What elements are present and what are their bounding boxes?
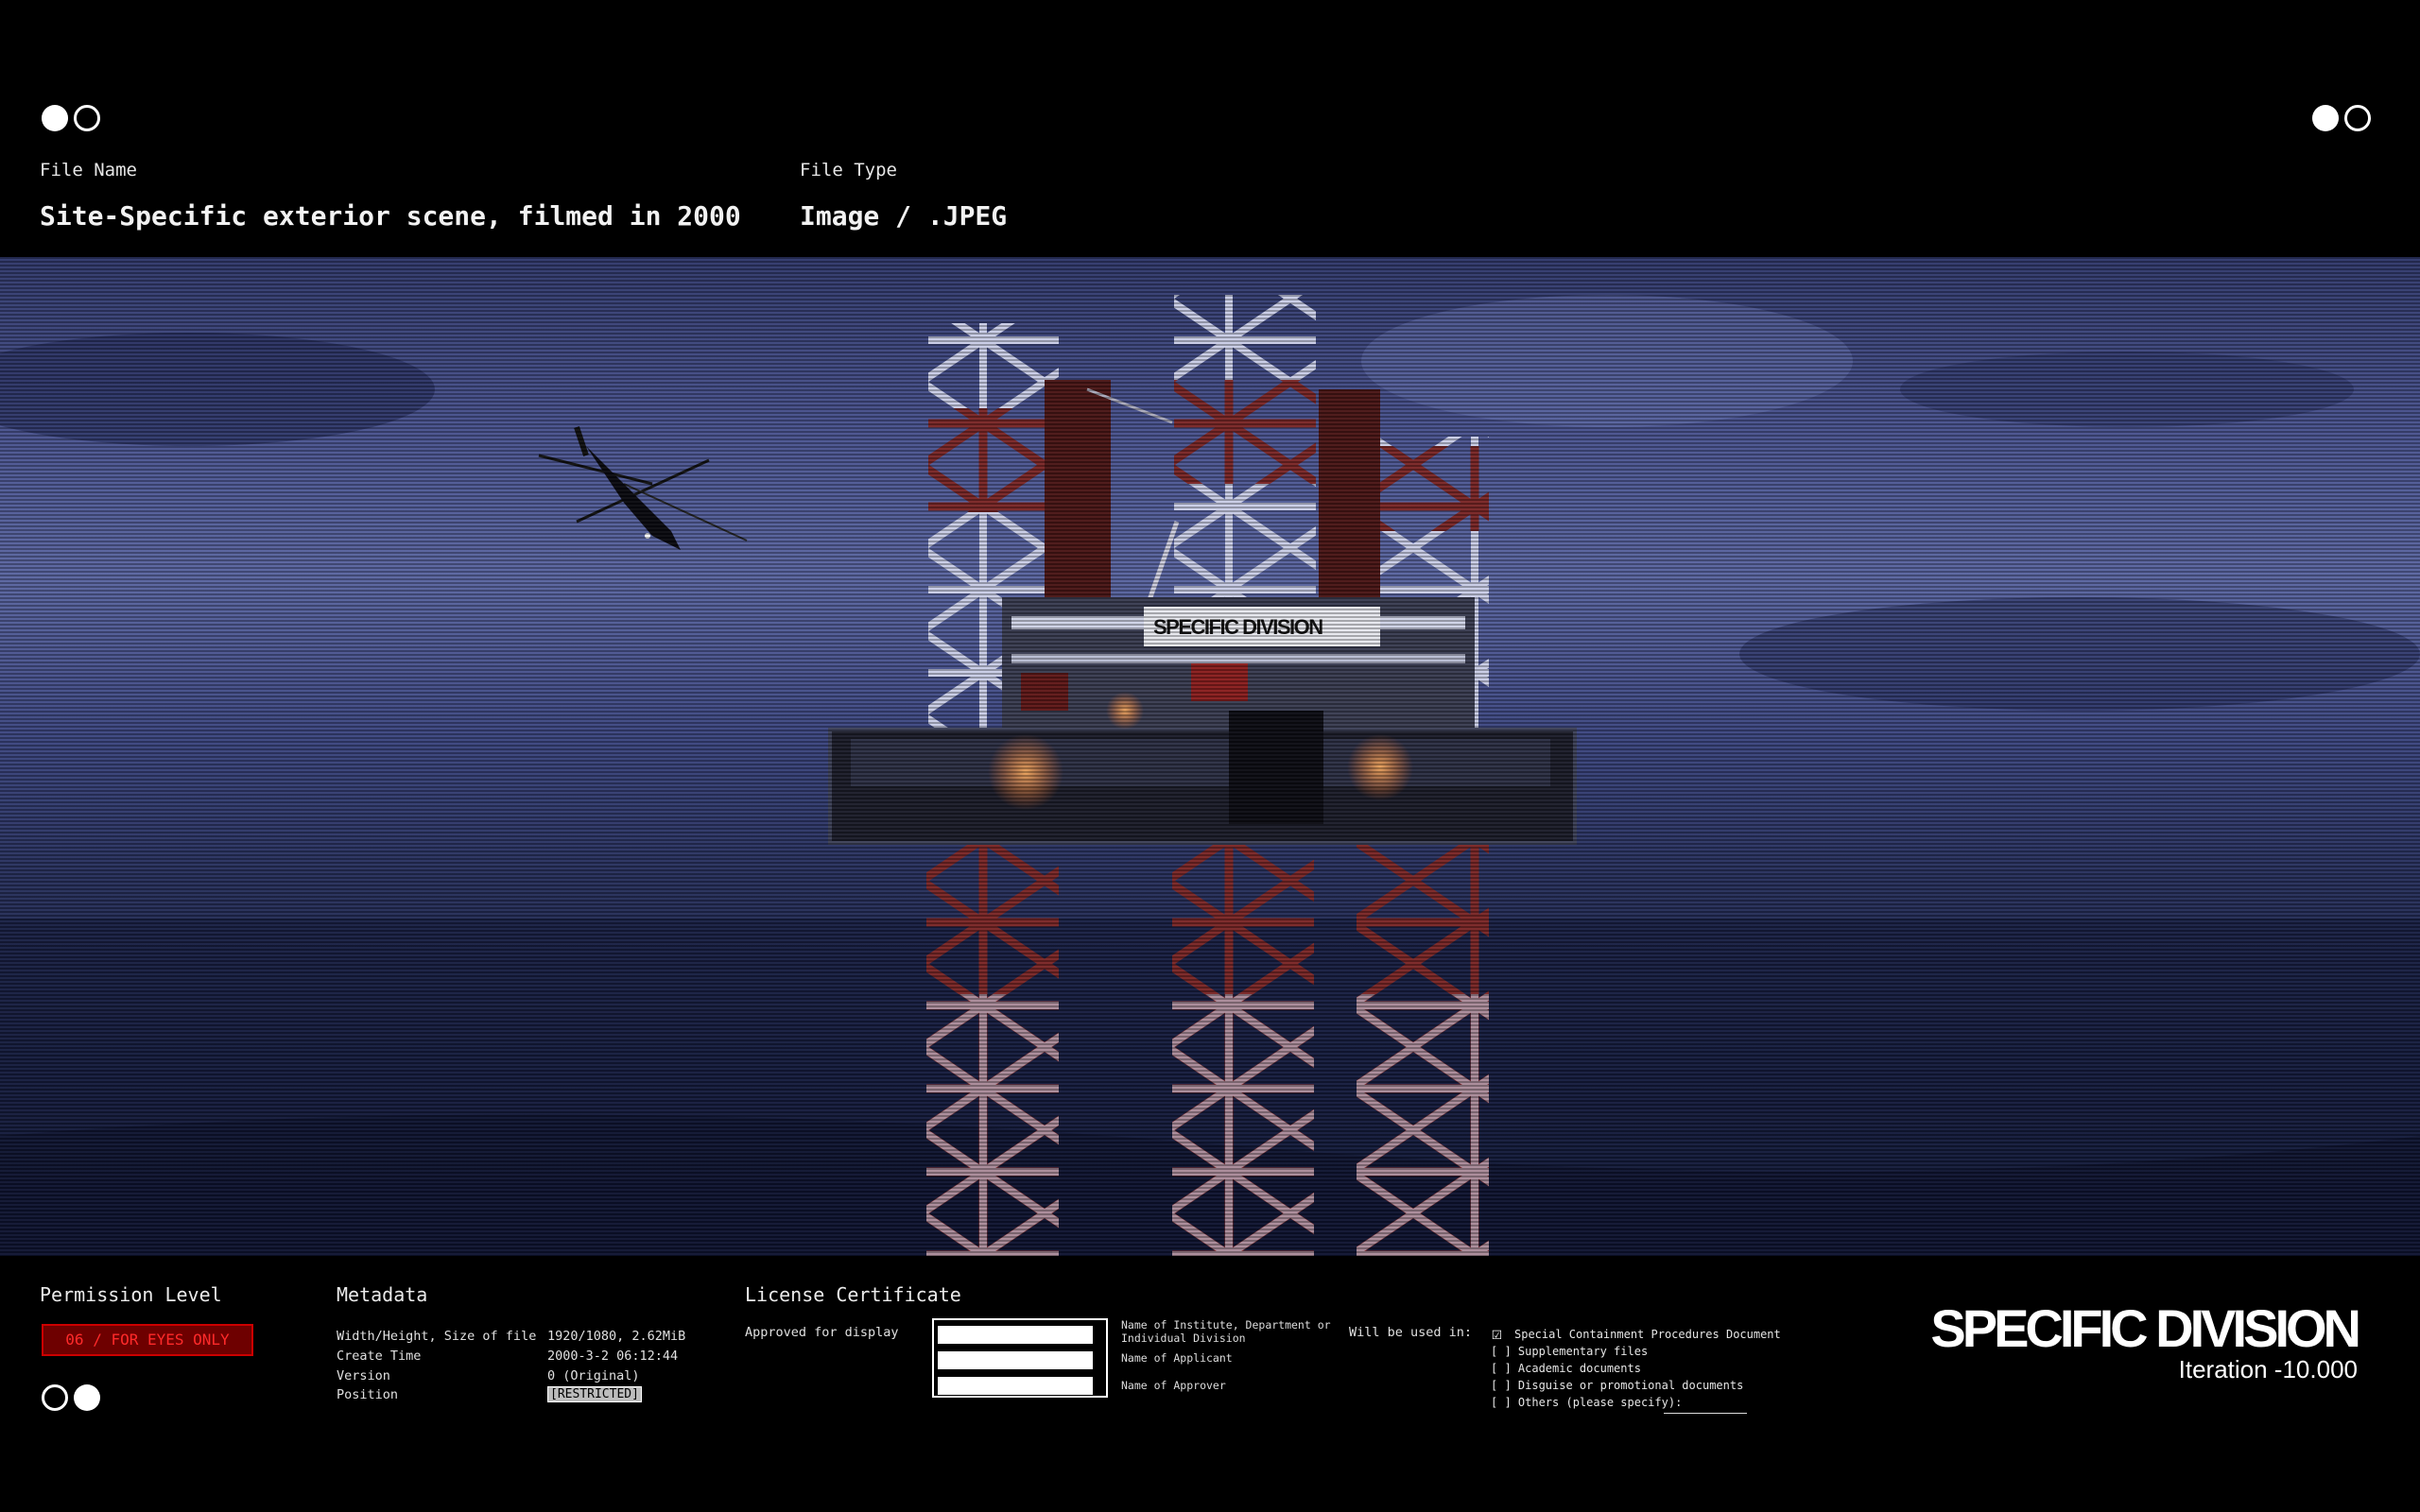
filled-circle-icon[interactable] xyxy=(42,105,68,131)
applicant-field[interactable] xyxy=(938,1351,1093,1369)
metadata-value: 1920/1080, 2.62MiB xyxy=(547,1329,686,1344)
filled-circle-icon[interactable] xyxy=(74,1384,100,1411)
metadata-key: Width/Height, Size of file xyxy=(337,1329,537,1344)
license-certificate-title: License Certificate xyxy=(745,1283,961,1306)
helicopter xyxy=(538,426,748,550)
institute-field-label: Name of Institute, Department or Individ… xyxy=(1121,1318,1331,1345)
option-supplementary-files[interactable]: [ ] Supplementary files xyxy=(1491,1345,1648,1358)
approver-field-label: Name of Approver xyxy=(1121,1379,1226,1392)
specify-input-line[interactable] xyxy=(1664,1413,1747,1414)
window-controls-bottom-left[interactable] xyxy=(42,1384,100,1411)
oil-rig-illustration xyxy=(0,295,2420,1256)
metadata-value: 2000-3-2 06:12:44 xyxy=(547,1349,679,1364)
license-signature-box xyxy=(932,1318,1108,1398)
brand-logo: SPECIFIC DIVISION xyxy=(1930,1298,2361,1358)
file-name-label: File Name xyxy=(40,160,137,180)
institute-field[interactable] xyxy=(938,1326,1093,1344)
permission-level-title: Permission Level xyxy=(40,1283,222,1306)
iteration-label: Iteration -10.000 xyxy=(2178,1355,2358,1383)
option-special-containment[interactable]: Special Containment Procedures Document xyxy=(1514,1328,1781,1341)
permission-badge: 06 / FOR EYES ONLY xyxy=(42,1324,253,1356)
option-others[interactable]: [ ] Others (please specify): xyxy=(1491,1396,1682,1409)
file-type-label: File Type xyxy=(800,160,897,180)
platform-sign: SPECIFIC DIVISION xyxy=(1153,615,1323,639)
filled-circle-icon[interactable] xyxy=(2312,105,2339,131)
metadata-title: Metadata xyxy=(337,1283,428,1306)
metadata-value: 0 (Original) xyxy=(547,1368,640,1383)
approver-field[interactable] xyxy=(938,1377,1093,1395)
metadata-key: Position xyxy=(337,1387,399,1402)
window-controls-top-left[interactable] xyxy=(42,105,100,131)
hollow-circle-icon[interactable] xyxy=(42,1384,68,1411)
metadata-key: Version xyxy=(337,1368,390,1383)
option-academic-documents[interactable]: [ ] Academic documents xyxy=(1491,1362,1641,1375)
hollow-circle-icon[interactable] xyxy=(2344,105,2371,131)
file-type-value: Image / .JPEG xyxy=(800,200,1008,232)
option-disguise-promotional[interactable]: [ ] Disguise or promotional documents xyxy=(1491,1379,1743,1392)
hollow-circle-icon[interactable] xyxy=(74,105,100,131)
file-name-value: Site-Specific exterior scene, filmed in … xyxy=(40,200,741,232)
used-in-label: Will be used in: xyxy=(1349,1325,1473,1340)
approved-label: Approved for display xyxy=(745,1325,899,1340)
applicant-field-label: Name of Applicant xyxy=(1121,1351,1233,1365)
metadata-key: Create Time xyxy=(337,1349,422,1364)
scene-image: SPECIFIC DIVISION xyxy=(0,257,2420,1256)
checkbox-checked-icon[interactable]: ☑ xyxy=(1492,1324,1502,1344)
window-controls-top-right[interactable] xyxy=(2312,105,2371,131)
restricted-tag: [RESTRICTED] xyxy=(547,1386,642,1402)
